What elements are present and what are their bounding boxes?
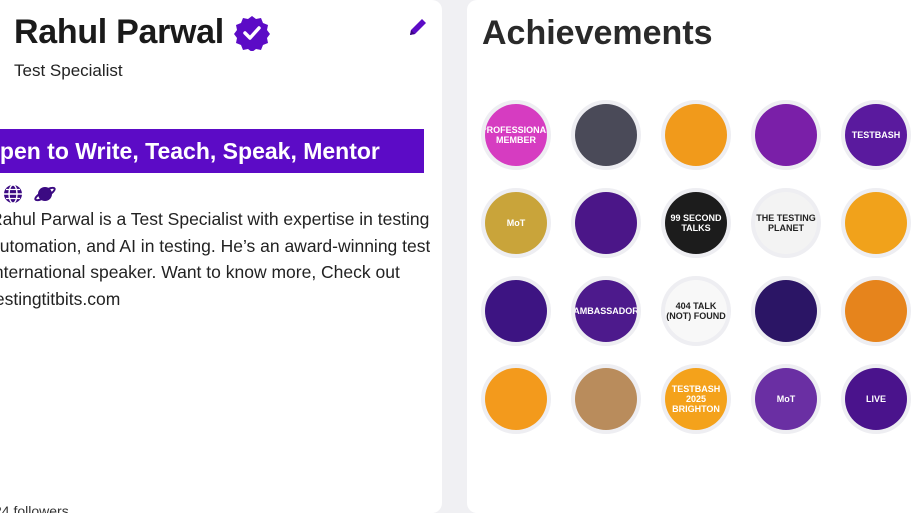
bio-line: Rahul Parwal is a Test Specialist with e… [0,209,430,229]
globe-icon[interactable] [2,183,24,205]
banner-text: Open to Write, Teach, Speak, Mentor [0,137,380,164]
badge-microphone-monster[interactable] [571,188,641,258]
open-to-banner: Open to Write, Teach, Speak, Mentor [0,129,424,173]
badge-newspaper-monster[interactable] [481,276,551,346]
badge-testbash[interactable]: TESTBASH [841,100,911,170]
badge-image [575,192,637,254]
badge-green-monster[interactable] [841,276,911,346]
badge-grid: PROFESSIONAL MEMBER TESTBASH MoT 99 SECOND … [481,100,911,434]
badge-image: MoT [485,192,547,254]
badge-image [755,280,817,342]
badge-image: TESTBASH [845,104,907,166]
badge-image: THE TESTING PLANET [755,192,817,254]
badge-99-second-talks[interactable]: 99 SECOND TALKS [661,188,731,258]
bio-line: international speaker. Want to know more… [0,262,400,282]
badge-phone-monster[interactable] [841,188,911,258]
badge-image [575,104,637,166]
badge-compass-monster[interactable] [571,100,641,170]
badge-testbash-brighton-2025[interactable]: TESTBASH 2025 BRIGHTON [661,364,731,434]
verified-badge-icon [233,15,270,51]
badge-sunglasses-monster[interactable] [481,364,551,434]
badge-image [485,368,547,430]
profile-name: Rahul Parwal [14,13,224,51]
profile-bio: Rahul Parwal is a Test Specialist with e… [0,206,430,312]
badge-image [485,280,547,342]
badge-image: TESTBASH 2025 BRIGHTON [665,368,727,430]
name-row: Rahul Parwal [14,13,270,52]
badge-image [845,192,907,254]
badge-image: 99 SECOND TALKS [665,192,727,254]
badge-image: MoT [755,368,817,430]
profile-role: Test Specialist [14,61,123,80]
badge-camera-monster[interactable] [571,364,641,434]
badge-image [575,368,637,430]
badge-image: 404 TALK (NOT) FOUND [665,280,727,342]
badge-mot-certification-bronze[interactable]: MoT [751,364,821,434]
badge-image: AMBASSADOR [575,280,637,342]
badge-image [755,104,817,166]
badge-ambassador[interactable]: AMBASSADOR [571,276,641,346]
badge-mot-certification[interactable]: MoT [481,188,551,258]
bio-line: automation, and AI in testing. He’s an a… [0,235,430,256]
badge-image [845,280,907,342]
badge-image: LIVE [845,368,907,430]
pencil-icon[interactable] [406,15,430,39]
badge-live[interactable]: LIVE [841,364,911,434]
badge-testing-planet[interactable]: THE TESTING PLANET [751,188,821,258]
profile-card: Rahul Parwal Test Specialist Open to Wri… [0,0,442,513]
bio-link[interactable]: testingtitbits.com [0,286,430,313]
badge-bug-magnifier[interactable] [751,276,821,346]
profile-links [2,183,56,205]
achievements-card: Achievements PROFESSIONAL MEMBER TESTBASH… [467,0,912,513]
badge-image [665,104,727,166]
badge-404-talk[interactable]: 404 TALK (NOT) FOUND [661,276,731,346]
followers-count[interactable]: 24 followers [0,503,69,513]
badge-professional-member[interactable]: PROFESSIONAL MEMBER [481,100,551,170]
badge-image: PROFESSIONAL MEMBER [485,104,547,166]
achievements-title: Achievements [482,14,713,52]
badge-robot[interactable] [661,100,731,170]
planet-icon[interactable] [34,183,56,205]
badge-book-monster[interactable] [751,100,821,170]
